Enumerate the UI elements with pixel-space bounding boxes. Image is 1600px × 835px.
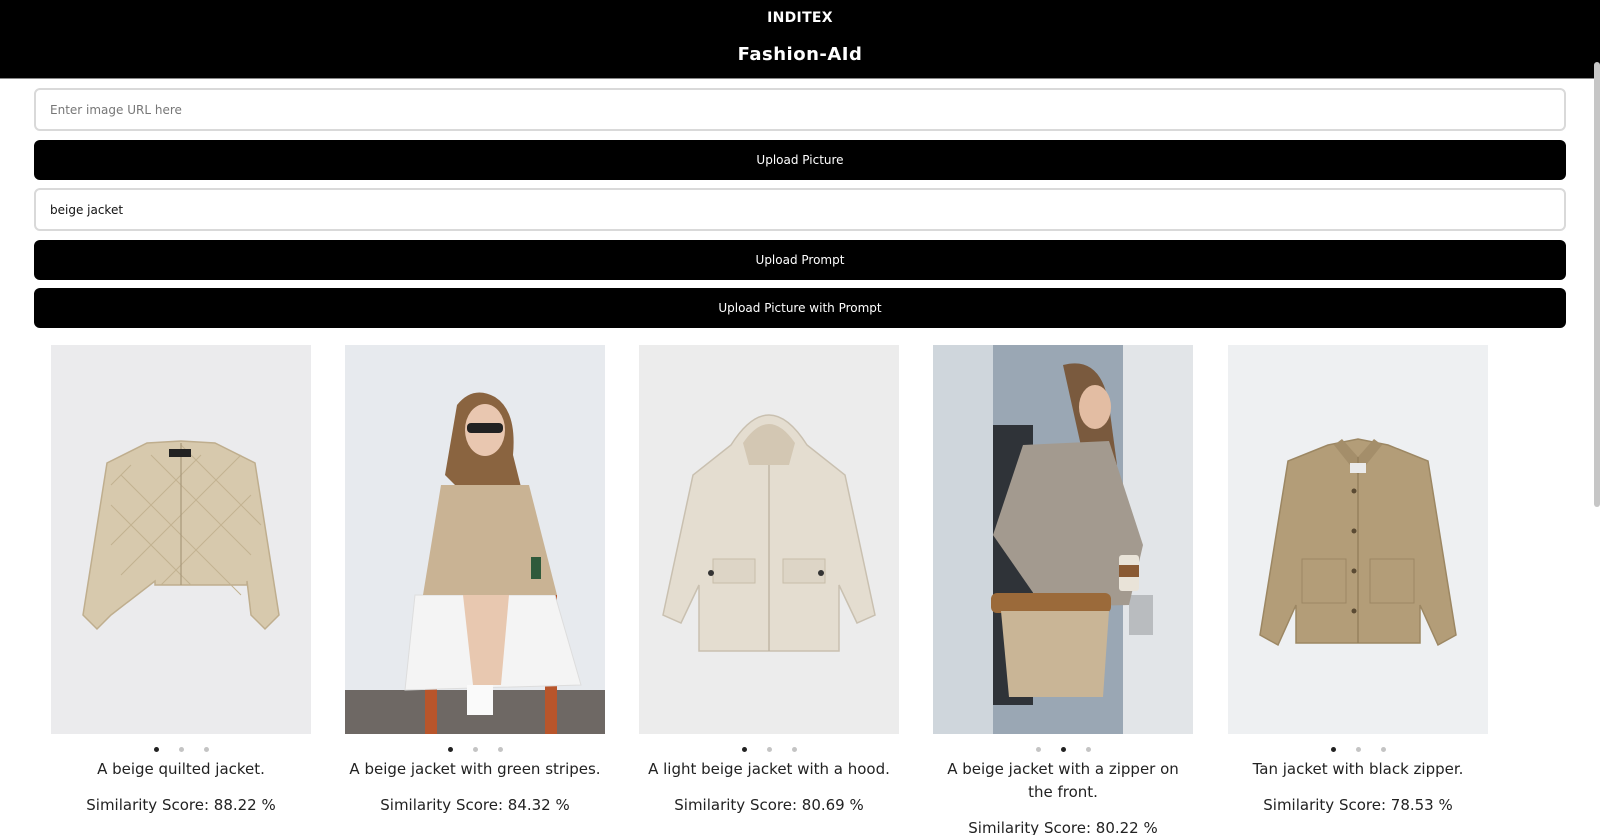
product-image-tan-jacket[interactable] xyxy=(1228,345,1488,734)
carousel-dots[interactable] xyxy=(345,743,605,755)
page-scrollbar[interactable] xyxy=(1594,62,1600,507)
brand-name: INDITEX xyxy=(767,10,833,26)
carousel-dot[interactable] xyxy=(741,746,747,752)
carousel-dot[interactable] xyxy=(153,746,159,752)
result-card: A beige jacket with a zipper on the fron… xyxy=(933,345,1193,835)
carousel-dot[interactable] xyxy=(766,746,772,752)
result-card: A beige jacket with green stripes. Simil… xyxy=(345,345,605,817)
product-description: A light beige jacket with a hood. xyxy=(648,760,890,778)
result-card: A beige quilted jacket. Similarity Score… xyxy=(51,345,311,817)
carousel-dot[interactable] xyxy=(1060,746,1066,752)
page-title: Fashion-AId xyxy=(737,44,863,65)
carousel-dot[interactable] xyxy=(497,746,503,752)
upload-picture-with-prompt-button[interactable]: Upload Picture with Prompt xyxy=(34,288,1566,328)
product-description: Tan jacket with black zipper. xyxy=(1252,760,1464,778)
carousel-dot[interactable] xyxy=(1330,746,1336,752)
carousel-dot[interactable] xyxy=(791,746,797,752)
carousel-dot[interactable] xyxy=(447,746,453,752)
similarity-score: Similarity Score: 80.22 % xyxy=(968,819,1158,835)
carousel-dots[interactable] xyxy=(1228,743,1488,755)
result-card: Tan jacket with black zipper. Similarity… xyxy=(1228,345,1488,817)
carousel-dot[interactable] xyxy=(1035,746,1041,752)
carousel-dot[interactable] xyxy=(472,746,478,752)
carousel-dots[interactable] xyxy=(51,743,311,755)
product-image-hooded-jacket[interactable] xyxy=(639,345,899,734)
product-description: A beige jacket with a zipper on the fron… xyxy=(947,760,1179,801)
product-image-green-stripes-jacket[interactable] xyxy=(345,345,605,734)
image-url-input[interactable] xyxy=(34,88,1566,131)
result-card: A light beige jacket with a hood. Simila… xyxy=(639,345,899,817)
product-description: A beige jacket with green stripes. xyxy=(349,760,601,778)
carousel-dots[interactable] xyxy=(639,743,899,755)
similarity-score: Similarity Score: 78.53 % xyxy=(1263,796,1453,814)
carousel-dot[interactable] xyxy=(178,746,184,752)
product-image-zipper-jacket[interactable] xyxy=(933,345,1193,734)
upload-picture-button[interactable]: Upload Picture xyxy=(34,140,1566,180)
similarity-score: Similarity Score: 84.32 % xyxy=(380,796,570,814)
carousel-dot[interactable] xyxy=(1355,746,1361,752)
similarity-score: Similarity Score: 80.69 % xyxy=(674,796,864,814)
carousel-dot[interactable] xyxy=(203,746,209,752)
upload-prompt-button[interactable]: Upload Prompt xyxy=(34,240,1566,280)
similarity-score: Similarity Score: 88.22 % xyxy=(86,796,276,814)
app-header: INDITEX Fashion-AId xyxy=(0,0,1600,79)
product-image-quilted-jacket[interactable] xyxy=(51,345,311,734)
carousel-dot[interactable] xyxy=(1085,746,1091,752)
carousel-dot[interactable] xyxy=(1380,746,1386,752)
prompt-input[interactable] xyxy=(34,188,1566,231)
carousel-dots[interactable] xyxy=(933,743,1193,755)
product-description: A beige quilted jacket. xyxy=(97,760,265,778)
